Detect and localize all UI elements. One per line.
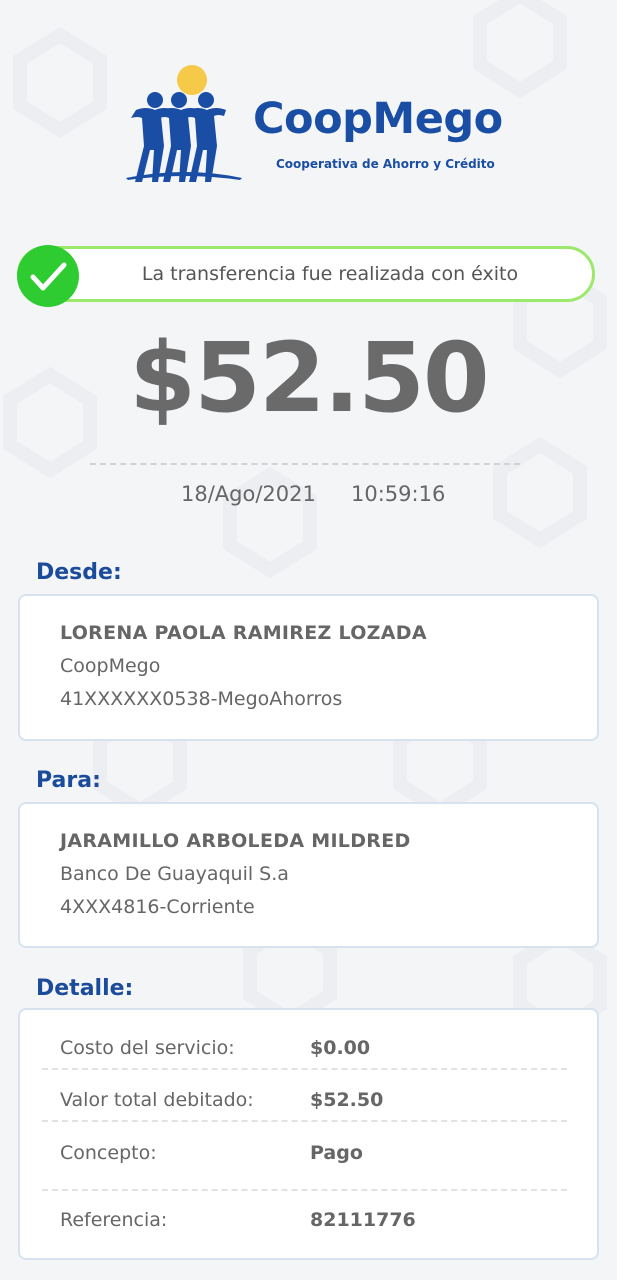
to-account: 4XXX4816-Corriente [60, 896, 255, 918]
logo-subtitle: Cooperativa de Ahorro y Crédito [276, 157, 495, 171]
details-label: Detalle: [36, 976, 134, 1001]
from-bank: CoopMego [60, 655, 161, 677]
to-bank: Banco De Guayaquil S.a [60, 863, 289, 885]
detail-value: 82111776 [310, 1209, 416, 1231]
detail-label: Costo del servicio: [60, 1037, 235, 1059]
detail-label: Concepto: [60, 1142, 157, 1164]
transfer-amount: $52.50 [129, 322, 489, 434]
check-icon [17, 245, 79, 307]
transfer-date: 18/Ago/2021 [181, 482, 316, 506]
from-account: 41XXXXXX0538-MegoAhorros [60, 688, 343, 710]
detail-label: Valor total debitado: [60, 1089, 254, 1111]
transfer-time: 10:59:16 [351, 482, 446, 506]
divider [90, 463, 520, 465]
coopmego-logo: CoopMego Cooperativa de Ahorro y Crédito [122, 62, 503, 186]
detail-value: Pago [310, 1142, 363, 1164]
success-message: La transferencia fue realizada con éxito [141, 263, 519, 285]
detail-divider [42, 1120, 567, 1122]
logo-people-icon [126, 65, 242, 182]
to-card: JARAMILLO ARBOLEDA MILDRED Banco De Guay… [18, 802, 599, 948]
from-card: LORENA PAOLA RAMIREZ LOZADA CoopMego 41X… [18, 594, 599, 741]
logo-name: CoopMego [253, 94, 503, 144]
from-name: LORENA PAOLA RAMIREZ LOZADA [60, 622, 427, 644]
detail-divider [42, 1068, 567, 1070]
detail-label: Referencia: [60, 1209, 168, 1231]
detail-value: $0.00 [310, 1037, 371, 1059]
details-card: Costo del servicio: $0.00 Valor total de… [18, 1008, 599, 1260]
to-name: JARAMILLO ARBOLEDA MILDRED [60, 830, 411, 852]
detail-divider [42, 1189, 567, 1191]
detail-value: $52.50 [310, 1089, 384, 1111]
to-label: Para: [36, 768, 101, 793]
from-label: Desde: [36, 560, 122, 585]
